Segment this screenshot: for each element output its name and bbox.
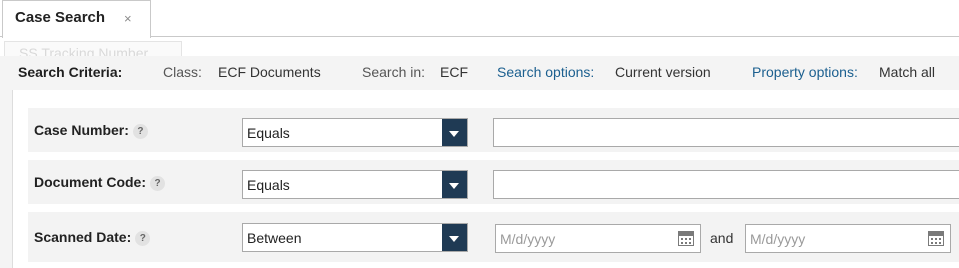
search-options-value: Current version bbox=[615, 64, 711, 80]
help-icon[interactable]: ? bbox=[135, 231, 151, 246]
class-value: ECF Documents bbox=[218, 64, 321, 80]
scanned-date-label-wrap: Scanned Date:? bbox=[34, 229, 151, 246]
scanned-date-row: Scanned Date:? Between M/d/yyyy and M/d/… bbox=[28, 212, 959, 262]
tab-bar: Case Search × bbox=[0, 0, 959, 38]
property-options-value: Match all bbox=[879, 64, 936, 80]
search-options-link[interactable]: Search options: bbox=[497, 64, 594, 80]
operator-value: Between bbox=[247, 230, 302, 246]
date-range-joiner: and bbox=[710, 230, 734, 246]
date-to-placeholder: M/d/yyyy bbox=[750, 231, 806, 247]
document-code-label: Document Code: bbox=[34, 174, 146, 190]
case-number-label: Case Number: bbox=[34, 122, 129, 138]
close-icon[interactable]: × bbox=[124, 12, 132, 25]
criteria-title: Search Criteria: bbox=[18, 64, 123, 80]
scanned-date-operator-select[interactable]: Between bbox=[242, 223, 468, 252]
document-code-row: Document Code:? Equals bbox=[28, 160, 959, 204]
date-from-placeholder: M/d/yyyy bbox=[500, 231, 556, 247]
help-icon[interactable]: ? bbox=[150, 176, 165, 191]
chevron-down-icon[interactable] bbox=[442, 224, 467, 251]
operator-value: Equals bbox=[247, 177, 290, 193]
chevron-down-icon[interactable] bbox=[442, 119, 467, 146]
tab-label: Case Search bbox=[15, 9, 106, 26]
case-number-row: Case Number:? Equals bbox=[28, 108, 959, 152]
search-form-panel: Case Number:? Equals Document Code:? Equ… bbox=[0, 90, 959, 268]
scanned-date-label: Scanned Date: bbox=[34, 229, 132, 245]
document-code-operator-select[interactable]: Equals bbox=[242, 170, 468, 199]
chevron-down-icon[interactable] bbox=[442, 171, 467, 198]
date-from-input[interactable]: M/d/yyyy bbox=[495, 224, 701, 253]
search-in-value: ECF bbox=[440, 64, 468, 80]
case-number-label-wrap: Case Number:? bbox=[34, 122, 148, 139]
search-in-key: Search in: bbox=[362, 64, 426, 80]
date-to-input[interactable]: M/d/yyyy bbox=[745, 224, 951, 253]
help-icon[interactable]: ? bbox=[132, 124, 148, 139]
search-form: Case Number:? Equals Document Code:? Equ… bbox=[12, 90, 959, 268]
property-options-link[interactable]: Property options: bbox=[752, 64, 858, 80]
document-code-input[interactable] bbox=[493, 170, 959, 199]
case-number-operator-select[interactable]: Equals bbox=[242, 118, 468, 147]
case-number-input[interactable] bbox=[493, 118, 959, 147]
calendar-icon[interactable] bbox=[928, 231, 944, 246]
operator-value: Equals bbox=[247, 125, 290, 141]
calendar-icon[interactable] bbox=[678, 231, 694, 246]
document-code-label-wrap: Document Code:? bbox=[34, 174, 165, 191]
class-key: Class: bbox=[163, 64, 202, 80]
tab-case-search[interactable]: Case Search × bbox=[2, 0, 151, 38]
search-criteria-bar: Search Criteria: Class: ECF Documents Se… bbox=[0, 56, 959, 90]
